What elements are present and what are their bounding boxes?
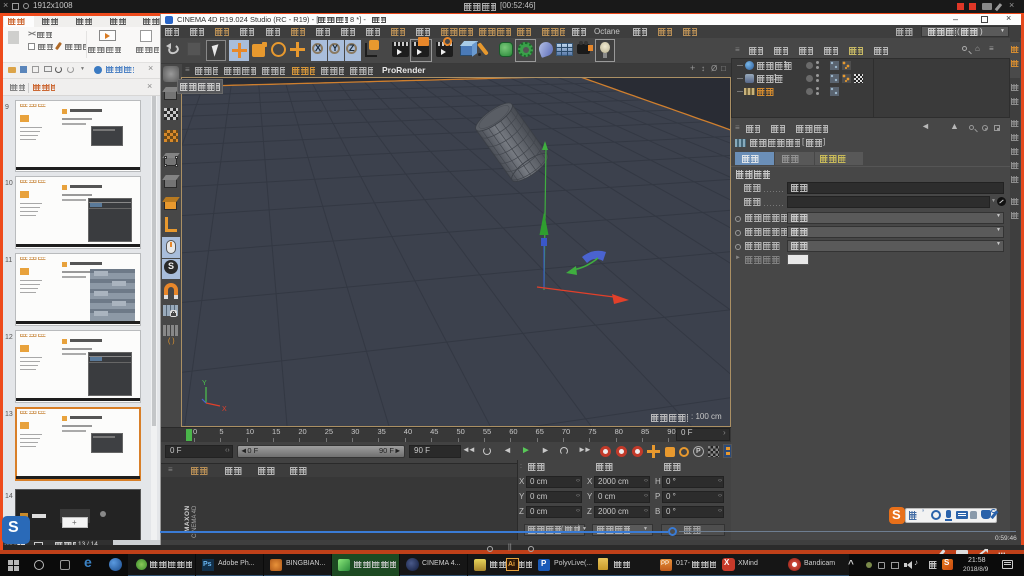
svg-text:Y: Y: [202, 380, 207, 387]
svg-text:X: X: [222, 406, 227, 413]
